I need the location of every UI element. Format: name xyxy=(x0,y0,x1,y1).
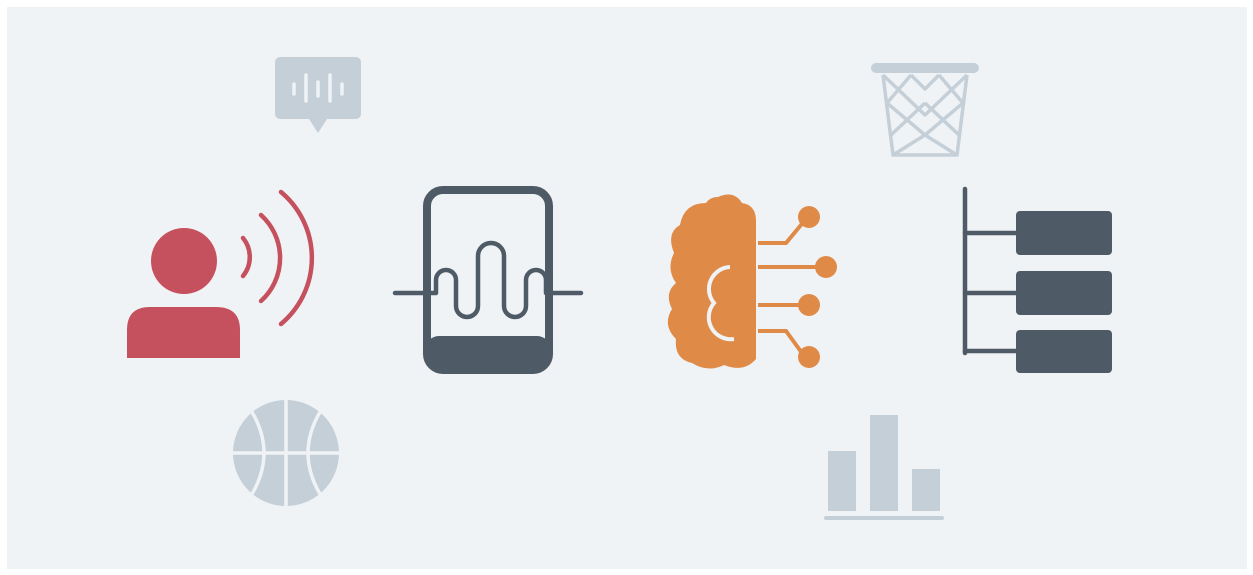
hierarchy-list-icon xyxy=(962,186,1114,373)
illustration-canvas xyxy=(7,7,1247,569)
phone-waveform-icon xyxy=(392,186,584,374)
speech-waveform-bubble-icon xyxy=(275,57,361,135)
basketball-hoop-icon xyxy=(871,63,979,157)
basketball-icon xyxy=(232,399,340,507)
bar-chart-icon xyxy=(824,415,944,521)
ai-brain-circuit-icon xyxy=(666,193,837,373)
person-speaking-icon xyxy=(125,189,321,358)
